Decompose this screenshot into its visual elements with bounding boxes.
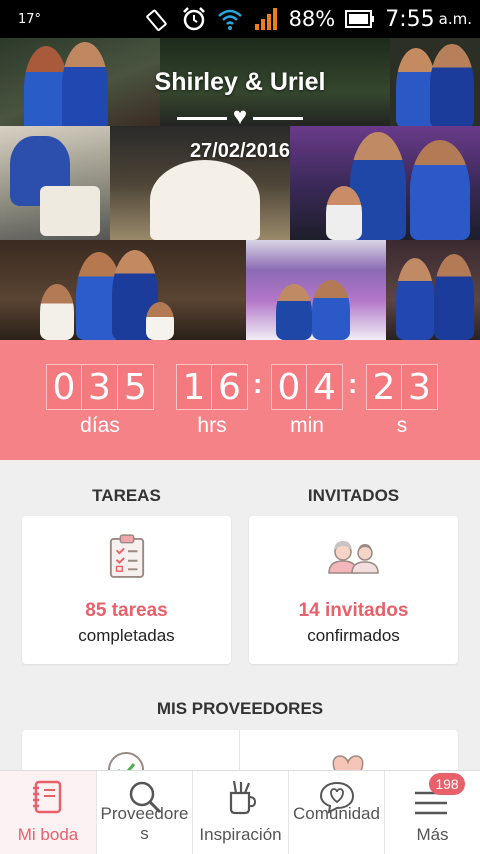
signal-strength-icon (254, 8, 277, 30)
nav-label: Inspiración (199, 825, 282, 844)
temperature-text: 17° (18, 12, 42, 27)
countdown-digit: 3 (402, 364, 438, 410)
countdown-digit: 4 (307, 364, 343, 410)
collage-photo (0, 240, 246, 340)
couple-names: Shirley & Uriel (154, 68, 326, 96)
countdown-days: 0 3 5 (46, 364, 154, 410)
status-icons: 88% 7:55 a.m. (145, 4, 472, 34)
countdown-digit: 0 (271, 364, 307, 410)
tasks-card[interactable]: 85 tareas completadas (22, 516, 231, 664)
couple-guests-icon (328, 541, 379, 574)
nav-label: Mi boda (17, 825, 79, 844)
title-divider: ♥ (177, 105, 303, 129)
countdown-digit: 5 (118, 364, 154, 410)
nav-proveedores[interactable]: Proveedores (96, 771, 192, 854)
guests-count: 14 invitados (298, 600, 409, 621)
nav-mas[interactable]: 198 Más (384, 771, 480, 854)
alarm-clock-icon (182, 7, 205, 31)
collage-photo (386, 240, 480, 340)
minutes-label: min (290, 414, 324, 437)
seconds-label: s (396, 414, 408, 437)
countdown-digit: 2 (366, 364, 402, 410)
guests-subtext: confirmados (307, 626, 400, 645)
brushes-cup-icon (229, 780, 257, 815)
battery-percent: 88% (288, 7, 336, 31)
guests-card[interactable]: 14 invitados confirmados (249, 516, 458, 664)
tasks-title: TAREAS (92, 486, 161, 505)
vendors-title: MIS PROVEEDORES (156, 699, 324, 718)
guests-title: INVITADOS (307, 486, 400, 505)
hours-label: hrs (197, 414, 227, 437)
photo-collage[interactable]: Shirley & Uriel ♥ 27/02/2016 (0, 38, 480, 340)
clock-ampm: a.m. (438, 10, 472, 28)
nav-label: Proveedores (100, 804, 189, 843)
screen-rotation-icon (145, 9, 167, 31)
tasks-subtext: completadas (78, 626, 175, 645)
wedding-date: 27/02/2016 (189, 140, 291, 162)
nav-comunidad[interactable]: Comunidad (288, 771, 384, 854)
clock-time: 7:55 (385, 6, 435, 32)
collage-photo (246, 240, 386, 340)
nav-inspiracion[interactable]: Inspiración (192, 771, 288, 854)
countdown-digit: 1 (176, 364, 212, 410)
countdown-digit: 3 (82, 364, 118, 410)
countdown-seconds: 2 3 (366, 364, 438, 410)
countdown-digit: 6 (212, 364, 248, 410)
nav-mi-boda[interactable]: Mi boda (0, 771, 96, 854)
notebook-icon (33, 780, 62, 814)
countdown-hours: 1 6 (176, 364, 248, 410)
days-label: días (80, 414, 120, 437)
notifications-badge: 198 (429, 773, 465, 795)
countdown-minutes: 0 4 (271, 364, 343, 410)
status-bar: 17° 88% 7:55 a.m. (0, 0, 480, 38)
bottom-navigation: Mi boda Proveedores Inspiración Comunida… (0, 770, 480, 854)
clipboard-checklist-icon (109, 534, 145, 578)
heart-icon: ♥ (232, 103, 248, 130)
tasks-count: 85 tareas (85, 600, 168, 621)
nav-label: Más (416, 825, 449, 844)
countdown-digit: 0 (46, 364, 82, 410)
wedding-countdown: 0 3 5 1 6 : 0 4 : 2 3 días hrs min s (0, 340, 480, 460)
countdown-separator: : (348, 368, 358, 399)
nav-label: Comunidad (293, 804, 380, 823)
wifi-icon (217, 9, 242, 30)
battery-icon (345, 10, 375, 28)
countdown-separator: : (253, 368, 263, 399)
